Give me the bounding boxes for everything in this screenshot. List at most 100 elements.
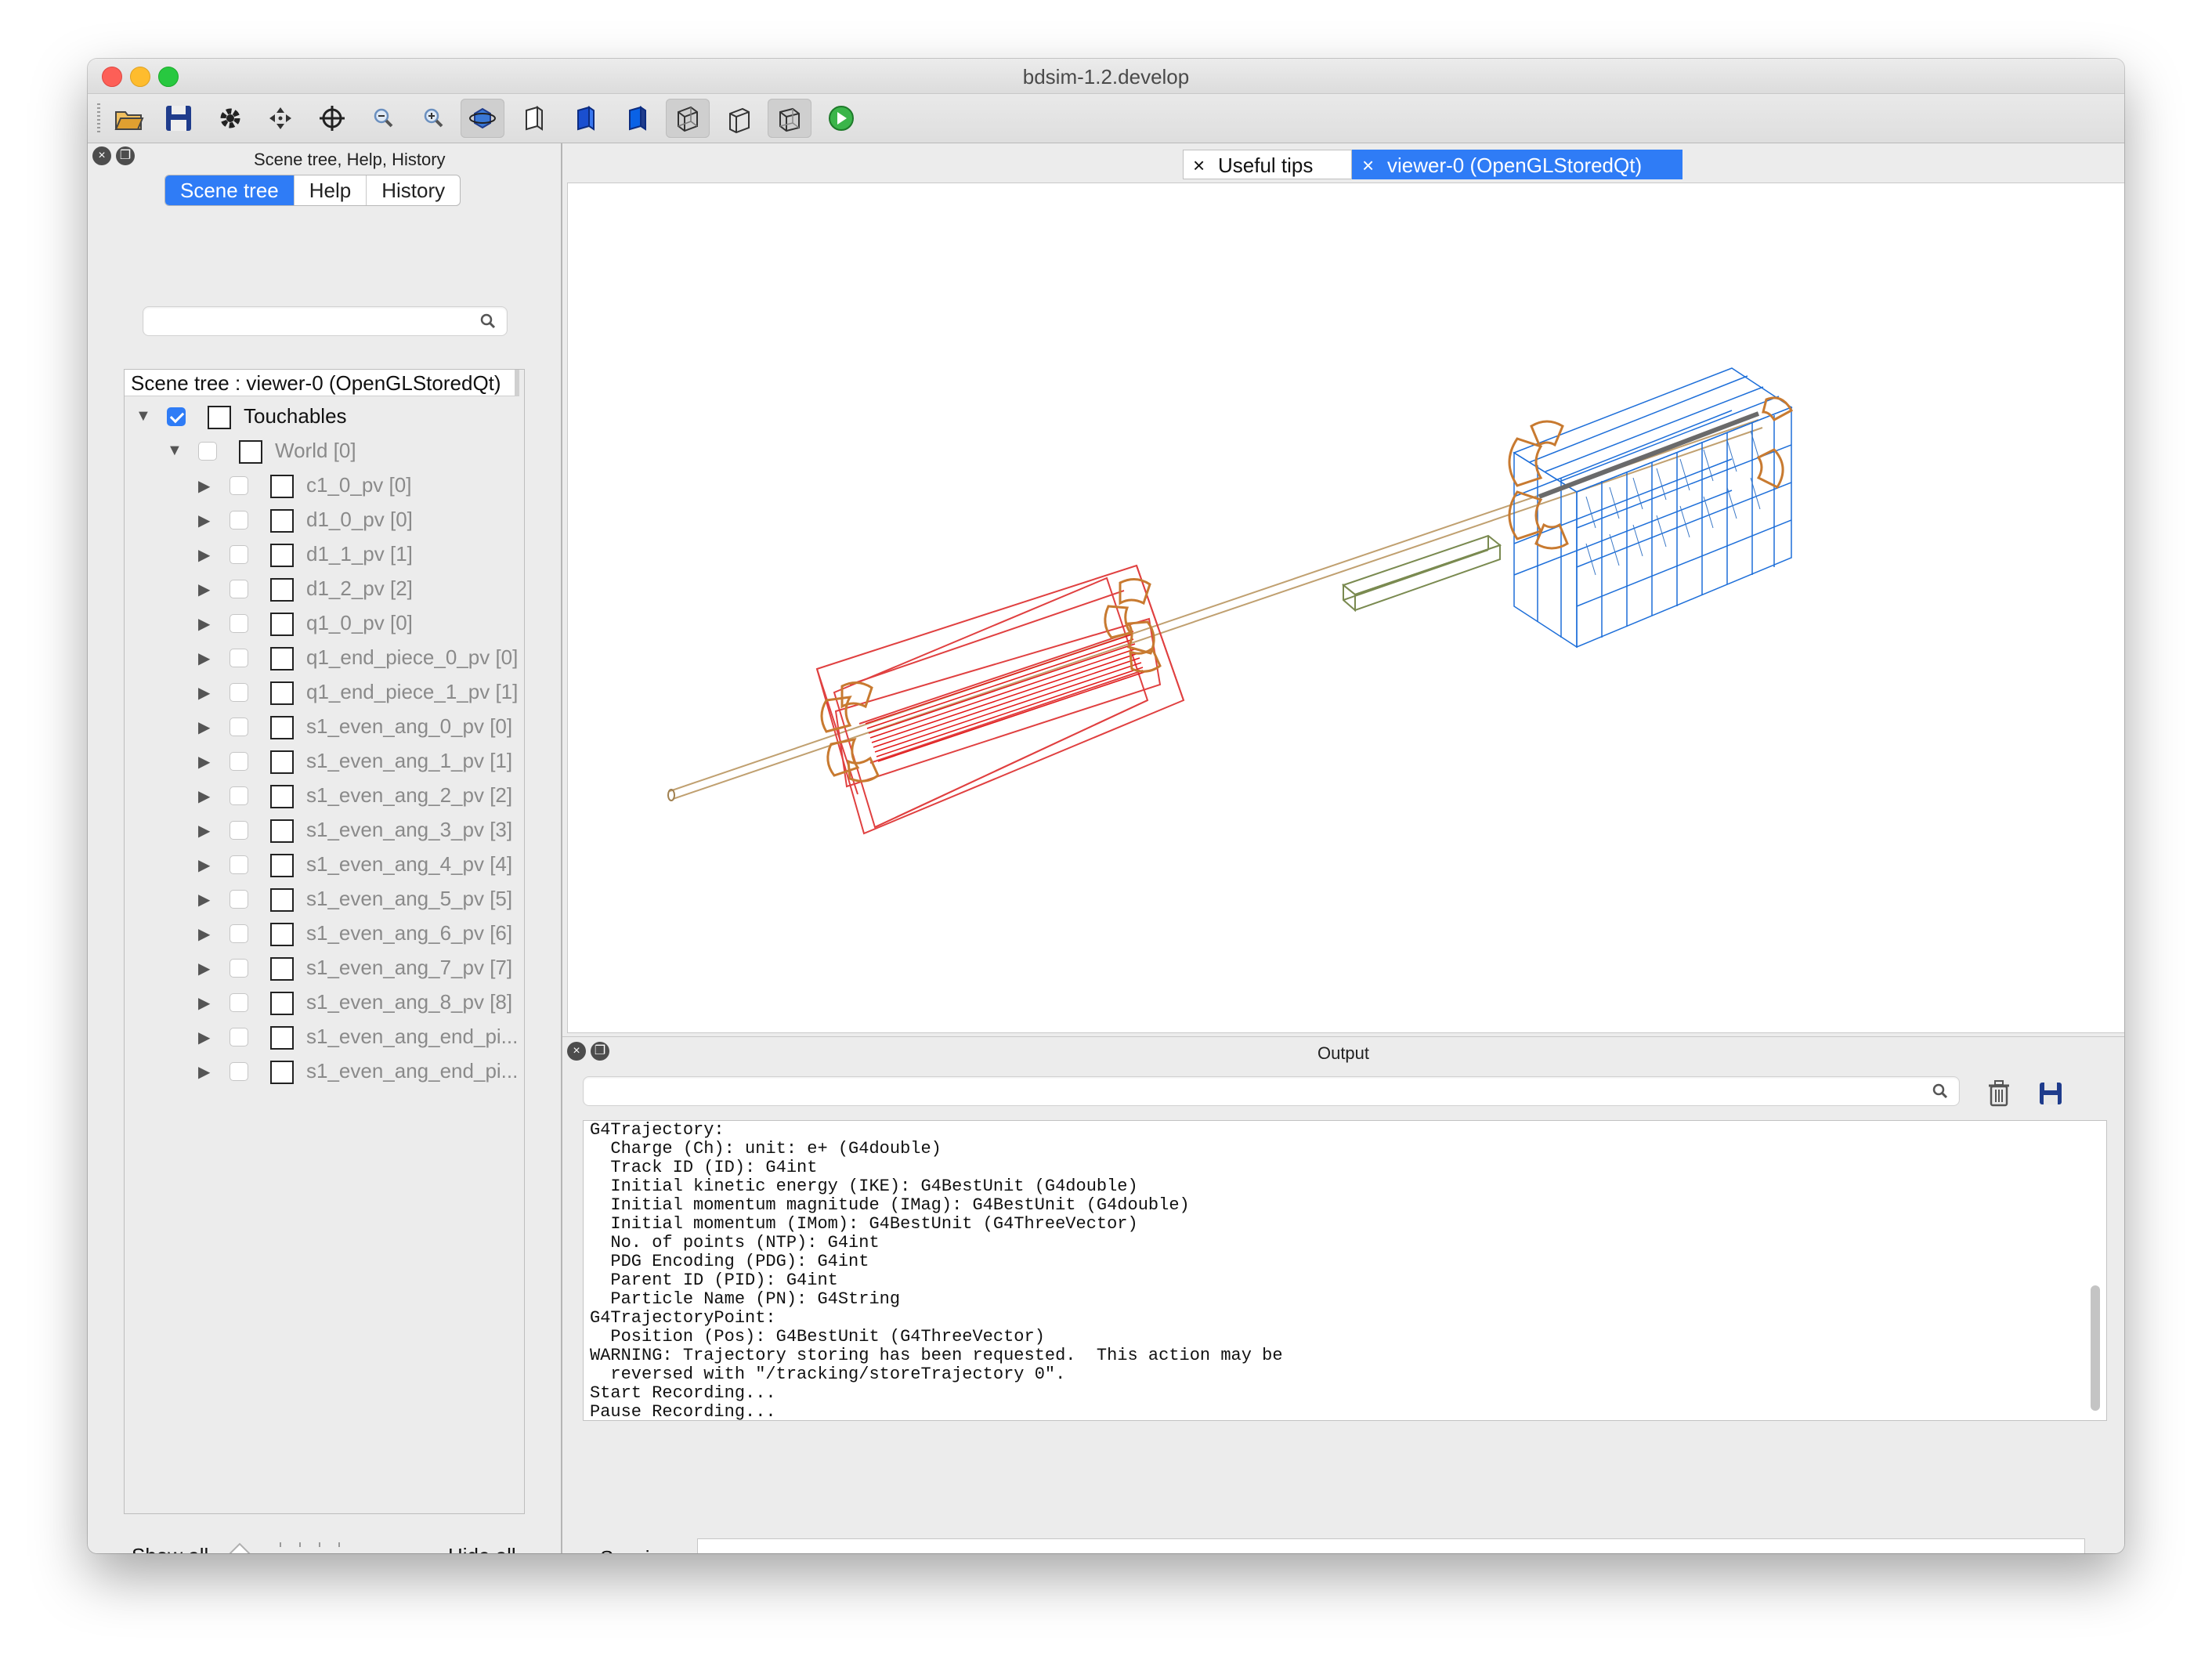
dock-float-icon[interactable]: ❐ [116,146,135,165]
tab-history[interactable]: History [367,175,460,205]
color-swatch[interactable] [270,888,294,912]
collapsed-arrow-icon[interactable]: ▶ [198,1028,210,1047]
visibility-checkbox[interactable] [230,511,248,530]
tree-row[interactable]: ▶ d1_0_pv [0] [125,503,524,537]
tab-viewer-0[interactable]: × viewer-0 (OpenGLStoredQt) [1352,150,1682,179]
visibility-checkbox[interactable] [167,407,186,426]
tree-row[interactable]: ▶ q1_0_pv [0] [125,606,524,641]
visibility-checkbox[interactable] [230,545,248,564]
visibility-checkbox[interactable] [230,614,248,633]
tree-row[interactable]: ▶ q1_end_piece_1_pv [1] [125,675,524,710]
collapsed-arrow-icon[interactable]: ▶ [198,614,210,634]
tree-row[interactable]: ▶ s1_even_ang_7_pv [7] [125,951,524,985]
geometry-view[interactable] [568,183,2124,1032]
visibility-checkbox[interactable] [230,890,248,909]
color-swatch[interactable] [270,923,294,946]
tree-row[interactable]: ▶ s1_even_ang_2_pv [2] [125,779,524,813]
collapsed-arrow-icon[interactable]: ▶ [198,683,210,703]
tree-row[interactable]: ▼ Touchables [125,399,524,434]
color-swatch[interactable] [270,475,294,498]
tab-scene-tree[interactable]: Scene tree [165,175,295,205]
run-button[interactable] [819,99,863,138]
expanded-arrow-icon[interactable]: ▼ [136,407,151,425]
opengl-viewer[interactable] [567,183,2124,1033]
open-folder-button[interactable] [107,99,150,138]
trash-icon[interactable] [1986,1079,2011,1108]
tree-row[interactable]: ▶ q1_end_piece_0_pv [0] [125,641,524,675]
collapsed-arrow-icon[interactable]: ▶ [198,511,210,530]
color-swatch[interactable] [270,819,294,843]
color-swatch[interactable] [270,613,294,636]
visibility-checkbox[interactable] [230,649,248,667]
hidden-line-button[interactable] [512,99,556,138]
visibility-checkbox[interactable] [230,683,248,702]
visibility-checkbox[interactable] [230,476,248,495]
ortho-button[interactable] [768,99,811,138]
collapsed-arrow-icon[interactable]: ▶ [198,580,210,599]
save-button[interactable] [157,99,201,138]
color-swatch[interactable] [270,1061,294,1084]
color-swatch[interactable] [270,992,294,1015]
collapsed-arrow-icon[interactable]: ▶ [198,821,210,840]
color-swatch[interactable] [270,785,294,808]
visibility-checkbox[interactable] [230,1062,248,1081]
tree-row[interactable]: ▼ World [0] [125,434,524,468]
visibility-checkbox[interactable] [230,752,248,771]
visibility-checkbox[interactable] [230,855,248,874]
color-swatch[interactable] [270,544,294,567]
color-swatch[interactable] [270,681,294,705]
visibility-checkbox[interactable] [230,1028,248,1046]
tab-useful-tips[interactable]: × Useful tips [1183,150,1352,179]
collapsed-arrow-icon[interactable]: ▶ [198,993,210,1013]
session-input[interactable] [697,1538,2085,1553]
save-output-icon[interactable] [2038,1081,2063,1106]
collapsed-arrow-icon[interactable]: ▶ [198,476,210,496]
tree-row[interactable]: ▶ s1_even_ang_5_pv [5] [125,882,524,916]
collapsed-arrow-icon[interactable]: ▶ [198,545,210,565]
collapsed-arrow-icon[interactable]: ▶ [198,855,210,875]
color-swatch[interactable] [208,406,231,429]
collapsed-arrow-icon[interactable]: ▶ [198,1062,210,1082]
solid-button[interactable] [564,99,608,138]
visibility-checkbox[interactable] [230,580,248,598]
collapsed-arrow-icon[interactable]: ▶ [198,718,210,737]
collapsed-arrow-icon[interactable]: ▶ [198,890,210,909]
expanded-arrow-icon[interactable]: ▼ [167,442,183,460]
wireframe-button[interactable] [666,99,710,138]
output-scrollbar[interactable] [2091,1285,2100,1411]
zoom-in-button[interactable] [412,99,456,138]
slider-knob[interactable] [226,1542,254,1553]
color-swatch[interactable] [270,716,294,739]
color-swatch[interactable] [270,854,294,877]
tree-row[interactable]: ▶ s1_even_ang_4_pv [4] [125,848,524,882]
tree-row[interactable]: ▶ d1_2_pv [2] [125,572,524,606]
solid-shaded-button[interactable] [616,99,660,138]
tree-row[interactable]: ▶ s1_even_ang_3_pv [3] [125,813,524,848]
collapsed-arrow-icon[interactable]: ▶ [198,924,210,944]
visibility-checkbox[interactable] [198,442,217,461]
color-swatch[interactable] [270,957,294,981]
color-swatch[interactable] [239,440,262,464]
color-swatch[interactable] [270,647,294,671]
move-button[interactable] [258,99,302,138]
zoom-out-button[interactable] [362,99,406,138]
tree-row[interactable]: ▶ d1_1_pv [1] [125,537,524,572]
scene-tree-search-input[interactable] [143,306,508,336]
tree-row[interactable]: ▶ c1_0_pv [0] [125,468,524,503]
color-swatch[interactable] [270,578,294,602]
settings-button[interactable] [208,99,252,138]
tree-row[interactable]: ▶ s1_even_ang_end_pi... [125,1054,524,1089]
visibility-checkbox[interactable] [230,924,248,943]
dock-close-icon[interactable]: × [92,146,111,165]
tree-row[interactable]: ▶ s1_even_ang_1_pv [1] [125,744,524,779]
collapsed-arrow-icon[interactable]: ▶ [198,752,210,772]
collapsed-arrow-icon[interactable]: ▶ [198,786,210,806]
output-search-input[interactable] [583,1076,1960,1106]
visibility-checkbox[interactable] [230,993,248,1012]
tab-close-icon[interactable]: × [1362,150,1374,180]
tree-row[interactable]: ▶ s1_even_ang_8_pv [8] [125,985,524,1020]
rotate-button[interactable] [461,99,504,138]
tab-close-icon[interactable]: × [1193,150,1205,180]
toolbar-grip[interactable] [97,103,100,133]
tree-row[interactable]: ▶ s1_even_ang_0_pv [0] [125,710,524,744]
